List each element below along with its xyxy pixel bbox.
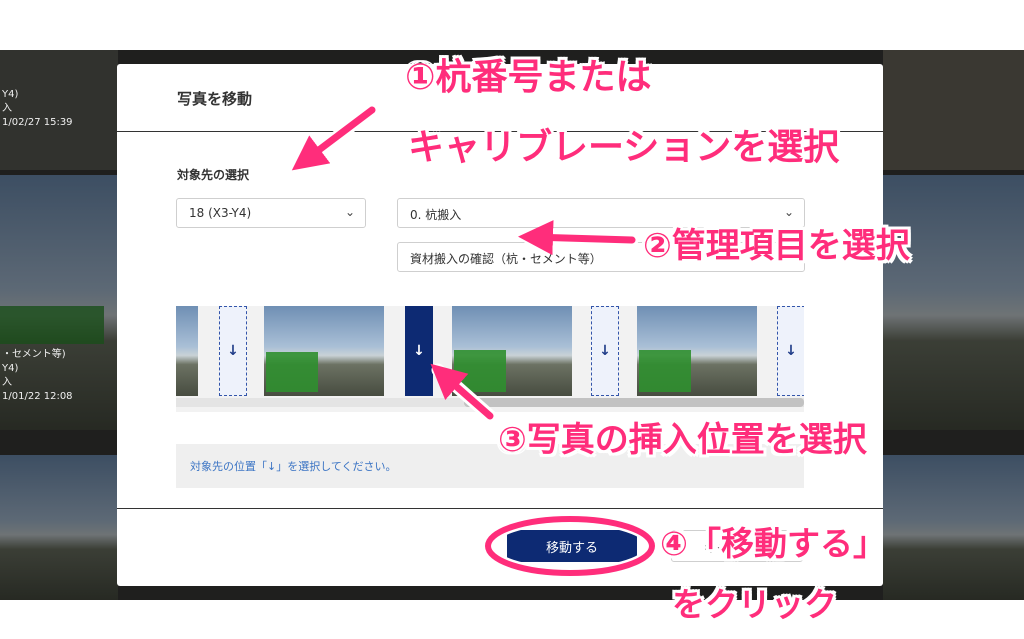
annotation-step3: ③写真の挿入位置を選択 <box>498 420 867 460</box>
arrow-to-pile-select <box>291 103 379 172</box>
arrow-to-insert-slot <box>430 363 497 423</box>
annotation-step4-line2: をクリック <box>672 585 837 624</box>
annotation-step1-line2: キャリブレーションを選択 <box>408 127 840 168</box>
highlight-ellipse <box>485 516 655 576</box>
annotation-step2: ②管理項目を選択 <box>643 226 910 266</box>
annotation-step1-line1: ①杭番号または <box>405 57 652 98</box>
arrow-to-item-select <box>518 220 639 256</box>
annotation-step4-line1: ④「移動する」 <box>660 524 886 563</box>
